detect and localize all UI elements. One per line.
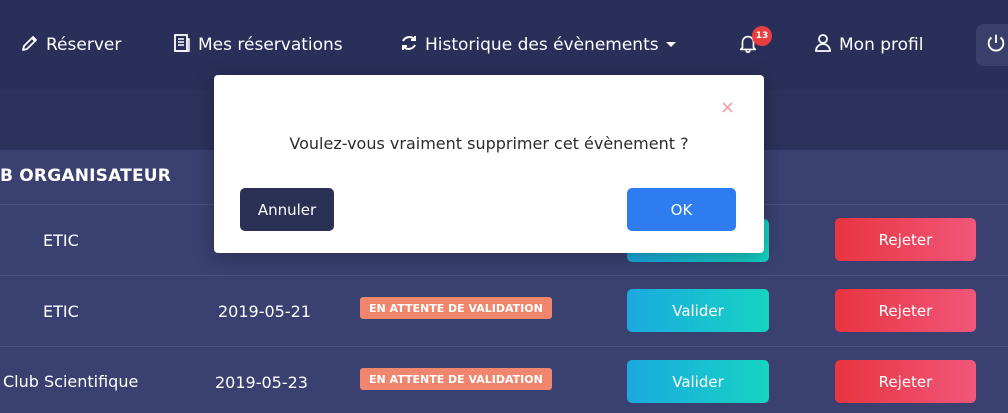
caret-down-icon (665, 35, 677, 55)
refresh-icon (399, 33, 419, 58)
row-organisateur: ETIC (43, 302, 79, 321)
row-divider (0, 275, 1008, 276)
nav-historique-dropdown[interactable]: Historique des évènements (399, 30, 677, 60)
close-icon[interactable]: × (720, 99, 735, 117)
nav-mes-reservations-label: Mes réservations (198, 35, 343, 55)
document-icon (172, 33, 192, 58)
ok-button[interactable]: OK (627, 188, 736, 231)
nav-mon-profil[interactable]: Mon profil (813, 30, 924, 60)
user-icon (813, 33, 833, 58)
rejeter-button[interactable]: Rejeter (835, 360, 976, 403)
rejeter-button[interactable]: Rejeter (835, 218, 976, 261)
pencil-icon (20, 33, 40, 58)
row-organisateur: Club Scientifique (3, 372, 139, 391)
valider-button[interactable]: Valider (627, 360, 769, 403)
modal-message: Voulez-vous vraiment supprimer cet évène… (289, 134, 689, 153)
nav-mes-reservations[interactable]: Mes réservations (172, 30, 343, 60)
status-badge: EN ATTENTE DE VALIDATION (360, 368, 552, 390)
confirm-delete-modal: × Voulez-vous vraiment supprimer cet évè… (214, 75, 764, 253)
logout-button[interactable] (976, 24, 1008, 66)
cancel-button[interactable]: Annuler (240, 188, 334, 231)
nav-mon-profil-label: Mon profil (839, 35, 924, 55)
status-badge: EN ATTENTE DE VALIDATION (360, 297, 552, 319)
valider-button[interactable]: Valider (627, 289, 769, 332)
nav-reserver-label: Réserver (46, 35, 122, 55)
row-date: 2019-05-23 (215, 373, 308, 392)
row-date: 2019-05-21 (218, 302, 311, 321)
row-organisateur: ETIC (43, 231, 79, 250)
nav-reserver[interactable]: Réserver (20, 30, 121, 60)
nav-historique-label: Historique des évènements (425, 35, 659, 55)
row-divider (0, 346, 1008, 347)
notification-badge: 13 (752, 26, 772, 46)
power-icon (985, 32, 1007, 58)
column-header-organisateur: B ORGANISATEUR (0, 166, 172, 186)
rejeter-button[interactable]: Rejeter (835, 289, 976, 332)
